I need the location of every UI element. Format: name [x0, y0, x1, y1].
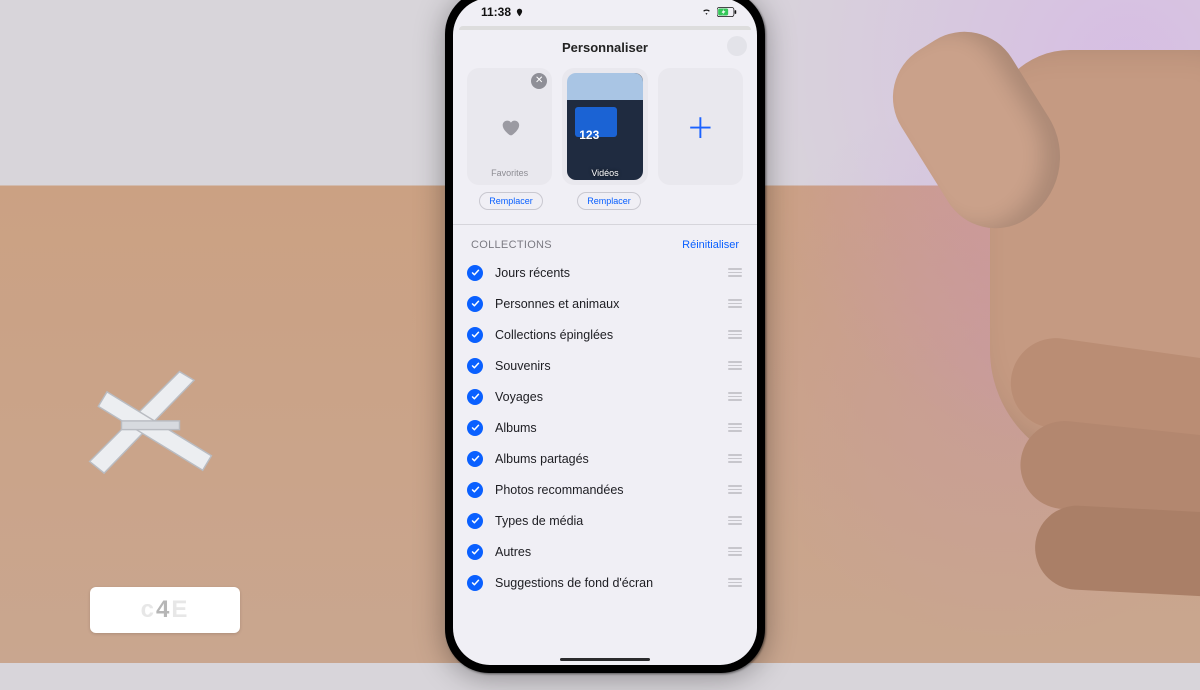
- collection-label: Collections épinglées: [495, 328, 727, 342]
- collection-label: Autres: [495, 545, 727, 559]
- drag-handle-icon[interactable]: [727, 423, 743, 432]
- drag-handle-icon[interactable]: [727, 361, 743, 370]
- collections-title: COLLECTIONS: [471, 239, 552, 251]
- drag-handle-icon[interactable]: [727, 454, 743, 463]
- checkmark-icon[interactable]: [467, 265, 483, 281]
- collection-row[interactable]: Collections épinglées: [467, 319, 743, 350]
- checkmark-icon[interactable]: [467, 575, 483, 591]
- status-bar: 11:38: [453, 0, 757, 26]
- heart-icon: [499, 116, 521, 138]
- collection-label: Voyages: [495, 390, 727, 404]
- collection-row[interactable]: Types de média: [467, 505, 743, 536]
- collection-label: Photos recommandées: [495, 483, 727, 497]
- collection-label: Jours récents: [495, 266, 727, 280]
- collection-row[interactable]: Albums partagés: [467, 443, 743, 474]
- plus-icon: ＋: [686, 107, 714, 147]
- remove-favorites-icon[interactable]: ✕: [531, 73, 547, 89]
- watermark-left: c: [141, 596, 156, 624]
- pinned-tiles-row: ✕ Favorites ✕ Vidéos ＋: [453, 62, 757, 185]
- drag-handle-icon[interactable]: [727, 547, 743, 556]
- drag-handle-icon[interactable]: [727, 516, 743, 525]
- tile-add[interactable]: ＋: [658, 68, 743, 185]
- collection-row[interactable]: Suggestions de fond d'écran: [467, 567, 743, 598]
- checkmark-icon[interactable]: [467, 513, 483, 529]
- collection-row[interactable]: Albums: [467, 412, 743, 443]
- tile-videos-label: Vidéos: [591, 168, 618, 178]
- checkmark-icon[interactable]: [467, 544, 483, 560]
- collection-label: Albums partagés: [495, 452, 727, 466]
- close-sheet-button[interactable]: [727, 36, 747, 56]
- collection-row[interactable]: Autres: [467, 536, 743, 567]
- drag-handle-icon[interactable]: [727, 268, 743, 277]
- collection-label: Personnes et animaux: [495, 297, 727, 311]
- collections-list: Jours récents Personnes et animaux Collect…: [453, 257, 757, 598]
- reset-button[interactable]: Réinitialiser: [682, 239, 739, 251]
- tile-videos[interactable]: ✕ Vidéos: [562, 68, 648, 185]
- collection-label: Suggestions de fond d'écran: [495, 576, 727, 590]
- location-icon: [515, 8, 524, 17]
- collection-row[interactable]: Personnes et animaux: [467, 288, 743, 319]
- overlay-x-logo: [78, 360, 223, 505]
- drag-handle-icon[interactable]: [727, 392, 743, 401]
- watermark-mid: 4: [156, 596, 171, 624]
- collection-row[interactable]: Souvenirs: [467, 350, 743, 381]
- checkmark-icon[interactable]: [467, 358, 483, 374]
- drag-handle-icon[interactable]: [727, 330, 743, 339]
- watermark-badge: c4E: [90, 587, 240, 633]
- checkmark-icon[interactable]: [467, 482, 483, 498]
- tile-favorites-label: Favorites: [491, 168, 528, 178]
- drag-handle-icon[interactable]: [727, 299, 743, 308]
- watermark-right: E: [171, 596, 189, 624]
- iphone-frame: 11:38 Personnaliser ✕ Favorites ✕ Vidéos: [445, 0, 765, 673]
- collection-label: Souvenirs: [495, 359, 727, 373]
- collection-label: Types de média: [495, 514, 727, 528]
- tile-favorites[interactable]: ✕ Favorites: [467, 68, 552, 185]
- status-time: 11:38: [481, 5, 511, 19]
- checkmark-icon[interactable]: [467, 327, 483, 343]
- collection-row[interactable]: Photos recommandées: [467, 474, 743, 505]
- background-sheet-edge: [459, 26, 751, 30]
- tile-videos-thumb: [567, 73, 643, 180]
- collections-header: COLLECTIONS Réinitialiser: [453, 225, 757, 257]
- sheet-header: Personnaliser: [453, 32, 757, 62]
- checkmark-icon[interactable]: [467, 451, 483, 467]
- drag-handle-icon[interactable]: [727, 485, 743, 494]
- drag-handle-icon[interactable]: [727, 578, 743, 587]
- replace-videos-button[interactable]: Remplacer: [577, 192, 641, 210]
- checkmark-icon[interactable]: [467, 420, 483, 436]
- iphone-screen: 11:38 Personnaliser ✕ Favorites ✕ Vidéos: [453, 0, 757, 665]
- home-indicator[interactable]: [560, 658, 650, 662]
- replace-favorites-button[interactable]: Remplacer: [479, 192, 543, 210]
- checkmark-icon[interactable]: [467, 296, 483, 312]
- collection-label: Albums: [495, 421, 727, 435]
- replace-row: Remplacer Remplacer: [453, 185, 757, 218]
- collection-row[interactable]: Voyages: [467, 381, 743, 412]
- battery-charging-icon: [717, 7, 737, 17]
- wifi-icon: [700, 7, 713, 17]
- collection-row[interactable]: Jours récents: [467, 257, 743, 288]
- checkmark-icon[interactable]: [467, 389, 483, 405]
- sheet-title: Personnaliser: [562, 40, 648, 55]
